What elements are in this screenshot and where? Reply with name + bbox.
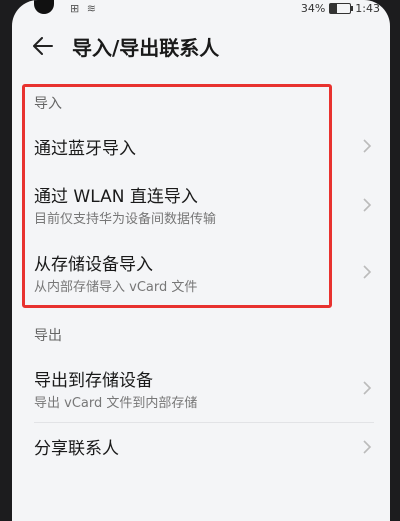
phone-screen: ⊞ ≋ 34% 1:43 导入/导出联系人 导入 通过蓝牙导入 通过 WLAN … xyxy=(12,0,390,521)
chevron-right-icon xyxy=(363,139,372,153)
status-time: 1:43 xyxy=(355,2,380,15)
battery-icon xyxy=(329,3,354,14)
battery-percent: 34% xyxy=(300,2,326,15)
import-via-wlan-direct-item[interactable]: 通过 WLAN 直连导入 目前仅支持华为设备间数据传输 xyxy=(12,176,390,234)
status-icons: ⊞ ≋ xyxy=(70,2,98,15)
page-title: 导入/导出联系人 xyxy=(72,35,220,60)
battery-fill xyxy=(330,4,338,13)
chevron-right-icon xyxy=(363,440,372,454)
item-title: 通过蓝牙导入 xyxy=(34,139,136,159)
item-subtitle: 目前仅支持华为设备间数据传输 xyxy=(34,212,217,227)
divider xyxy=(34,422,374,423)
import-via-bluetooth-item[interactable]: 通过蓝牙导入 xyxy=(12,122,390,170)
export-to-storage-item[interactable]: 导出到存储设备 导出 vCard 文件到内部存储 xyxy=(12,360,390,418)
import-section-label: 导入 xyxy=(34,96,62,112)
item-subtitle: 从内部存储导入 vCard 文件 xyxy=(34,280,198,295)
share-contacts-item[interactable]: 分享联系人 xyxy=(12,426,390,470)
chevron-right-icon xyxy=(363,381,372,395)
status-bar: ⊞ ≋ 34% 1:43 xyxy=(12,0,390,20)
item-title: 从存储设备导入 xyxy=(34,255,153,275)
back-arrow-icon[interactable] xyxy=(32,35,54,57)
chevron-right-icon xyxy=(363,198,372,212)
chevron-right-icon xyxy=(363,265,372,279)
app-header: 导入/导出联系人 xyxy=(12,26,390,66)
item-title: 导出到存储设备 xyxy=(34,371,153,391)
item-subtitle: 导出 vCard 文件到内部存储 xyxy=(34,396,198,411)
item-title: 分享联系人 xyxy=(34,439,119,459)
export-section-label: 导出 xyxy=(34,328,62,344)
import-from-storage-item[interactable]: 从存储设备导入 从内部存储导入 vCard 文件 xyxy=(12,244,390,302)
item-title: 通过 WLAN 直连导入 xyxy=(34,187,198,207)
